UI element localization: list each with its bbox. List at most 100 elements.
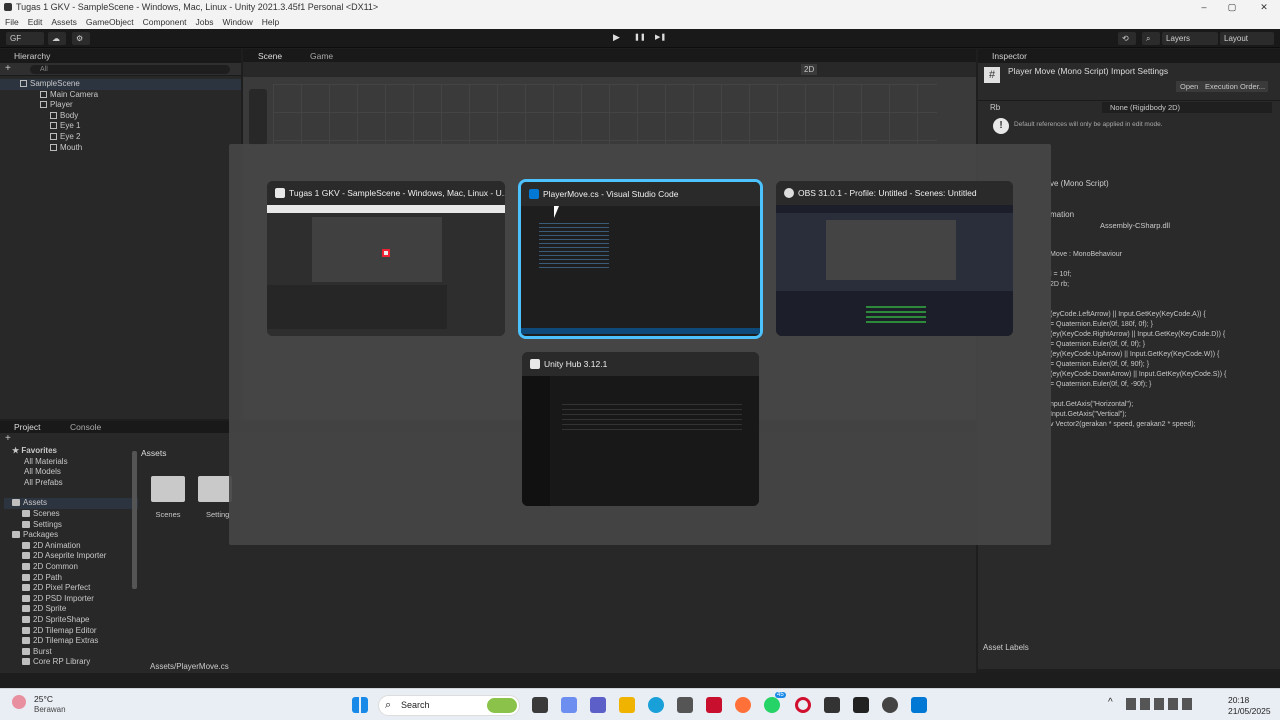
asset-folder[interactable]: Settings <box>4 520 138 531</box>
start-icon[interactable] <box>352 697 368 713</box>
package-folder[interactable]: 2D Pixel Perfect <box>4 583 138 594</box>
package-folder[interactable]: 2D Common <box>4 562 138 573</box>
vscode-taskbar-icon[interactable] <box>911 697 927 713</box>
close-button[interactable]: ✕ <box>1250 0 1278 15</box>
code-line: = Quaternion.Euler(0f, 0f, -90f); } <box>1050 381 1152 388</box>
unity-taskbar-icon[interactable] <box>853 697 869 713</box>
clock-date[interactable]: 21/05/2025 <box>1228 706 1271 716</box>
maximize-button[interactable]: ▢ <box>1218 0 1246 15</box>
play-button[interactable]: ▶ <box>613 32 620 43</box>
hierarchy-search-input[interactable]: All <box>30 65 230 74</box>
layers-dropdown[interactable]: Layers <box>1162 32 1218 45</box>
menu-window[interactable]: Window <box>223 15 253 29</box>
asset-labels[interactable]: Asset Labels <box>983 643 1029 652</box>
menu-jobs[interactable]: Jobs <box>196 15 214 29</box>
code-line: (ey(KeyCode.UpArrow) || Input.GetKey(Key… <box>1050 351 1220 358</box>
layout-dropdown[interactable]: Layout <box>1220 32 1274 45</box>
switcher-card-obs[interactable]: OBS 31.0.1 - Profile: Untitled - Scenes:… <box>776 181 1013 336</box>
package-folder[interactable]: 2D Tilemap Editor <box>4 626 138 637</box>
tray-chevron-icon[interactable]: ^ <box>1108 697 1113 708</box>
inspector-tab[interactable]: Inspector <box>978 49 1280 63</box>
package-folder[interactable]: 2D SpriteShape <box>4 615 138 626</box>
opera-icon[interactable] <box>795 697 811 713</box>
hierarchy-item[interactable]: Eye 1 <box>0 121 241 132</box>
package-folder[interactable]: 2D Path <box>4 573 138 584</box>
package-folder[interactable]: 2D Animation <box>4 541 138 552</box>
file-explorer-icon[interactable] <box>619 697 635 713</box>
search-icon[interactable]: ⌕ <box>1142 32 1160 45</box>
whatsapp-icon[interactable] <box>764 697 780 713</box>
assets-breadcrumb[interactable]: Assets <box>141 448 167 458</box>
weather-temp[interactable]: 25°C <box>34 694 53 704</box>
firefox-icon[interactable] <box>735 697 751 713</box>
execution-order-button[interactable]: Execution Order... <box>1202 81 1269 92</box>
weather-desc: Berawan <box>34 705 66 714</box>
tab-scene[interactable]: Scene <box>258 51 282 61</box>
window-title: Tugas 1 GKV - SampleScene - Windows, Mac… <box>16 2 379 12</box>
favorite-item[interactable]: All Materials <box>4 457 138 468</box>
hierarchy-item[interactable]: Body <box>0 111 241 122</box>
asset-folder[interactable]: Scenes <box>4 509 138 520</box>
obs-taskbar-icon[interactable] <box>882 697 898 713</box>
hierarchy-item[interactable]: Mouth <box>0 143 241 154</box>
hierarchy-item[interactable]: Main Camera <box>0 90 241 101</box>
package-folder[interactable]: 2D PSD Importer <box>4 594 138 605</box>
project-add-icon[interactable]: + <box>5 433 11 444</box>
account-button[interactable]: GF <box>6 32 44 45</box>
collab-icon[interactable]: ⚙ <box>72 32 90 45</box>
package-folder[interactable]: Core RP Library <box>4 657 138 668</box>
unity-hub-taskbar-icon[interactable] <box>824 697 840 713</box>
pause-button[interactable]: ❚❚ <box>634 33 646 41</box>
favorites-header[interactable]: ★ Favorites <box>4 446 138 457</box>
menu-assets[interactable]: Assets <box>51 15 77 29</box>
folder-icon <box>22 626 30 634</box>
tab-project[interactable]: Project <box>14 422 40 432</box>
tray-icons[interactable] <box>1126 698 1196 710</box>
teams-icon[interactable] <box>590 697 606 713</box>
switcher-card-vscode[interactable]: PlayerMove.cs - Visual Studio Code <box>518 179 763 339</box>
add-icon[interactable]: + <box>5 63 11 74</box>
menu-edit[interactable]: Edit <box>28 15 43 29</box>
switcher-card-unity-hub[interactable]: Unity Hub 3.12.1 <box>522 352 759 506</box>
package-folder[interactable]: 2D Aseprite Importer <box>4 551 138 562</box>
switcher-card-unity[interactable]: Tugas 1 GKV - SampleScene - Windows, Mac… <box>267 181 505 336</box>
assets-header[interactable]: Assets <box>4 498 138 509</box>
favorite-item[interactable]: All Prefabs <box>4 478 138 489</box>
clock-time[interactable]: 20:18 <box>1228 695 1249 705</box>
cloud-icon[interactable]: ☁ <box>48 32 66 45</box>
project-scrollbar[interactable] <box>132 451 137 589</box>
scene-tools <box>249 89 267 145</box>
edge-icon[interactable] <box>648 697 664 713</box>
package-folder[interactable]: 2D Sprite <box>4 604 138 615</box>
package-folder[interactable]: 2D Tilemap Extras <box>4 636 138 647</box>
toggle-2d-button[interactable]: 2D <box>801 64 818 75</box>
store-icon[interactable] <box>677 697 693 713</box>
folder-icon <box>22 647 30 655</box>
hierarchy-item[interactable]: Player <box>0 100 241 111</box>
menu-gameobject[interactable]: GameObject <box>86 15 134 29</box>
hierarchy-item[interactable]: SampleScene <box>0 79 241 90</box>
hierarchy-tab[interactable]: Hierarchy <box>0 49 241 63</box>
code-line: (ey(KeyCode.DownArrow) || Input.GetKey(K… <box>1050 371 1227 378</box>
step-button[interactable]: ▶❚ <box>655 33 666 41</box>
favorite-item[interactable]: All Models <box>4 467 138 478</box>
package-folder[interactable]: Burst <box>4 647 138 658</box>
menu-component[interactable]: Component <box>143 15 187 29</box>
task-view-icon[interactable] <box>532 697 548 713</box>
mcafee-icon[interactable] <box>706 697 722 713</box>
menu-file[interactable]: File <box>5 15 19 29</box>
tab-game[interactable]: Game <box>310 51 333 61</box>
hierarchy-item[interactable]: Eye 2 <box>0 132 241 143</box>
packages-header[interactable]: Packages <box>4 530 138 541</box>
taskbar-search-box[interactable]: ⌕ Search <box>378 695 520 716</box>
history-icon[interactable]: ⟲ <box>1118 32 1136 45</box>
menu-help[interactable]: Help <box>262 15 279 29</box>
folder-scenes[interactable]: Scenes <box>148 476 188 519</box>
rb-object-field[interactable]: None (Rigidbody 2D) <box>1102 102 1272 113</box>
assembly-label: Assembly-CSharp.dll <box>1100 221 1171 230</box>
minimize-button[interactable]: – <box>1190 0 1218 15</box>
copilot-icon[interactable] <box>561 697 577 713</box>
open-button[interactable]: Open <box>1176 81 1203 92</box>
tab-console[interactable]: Console <box>70 422 101 432</box>
